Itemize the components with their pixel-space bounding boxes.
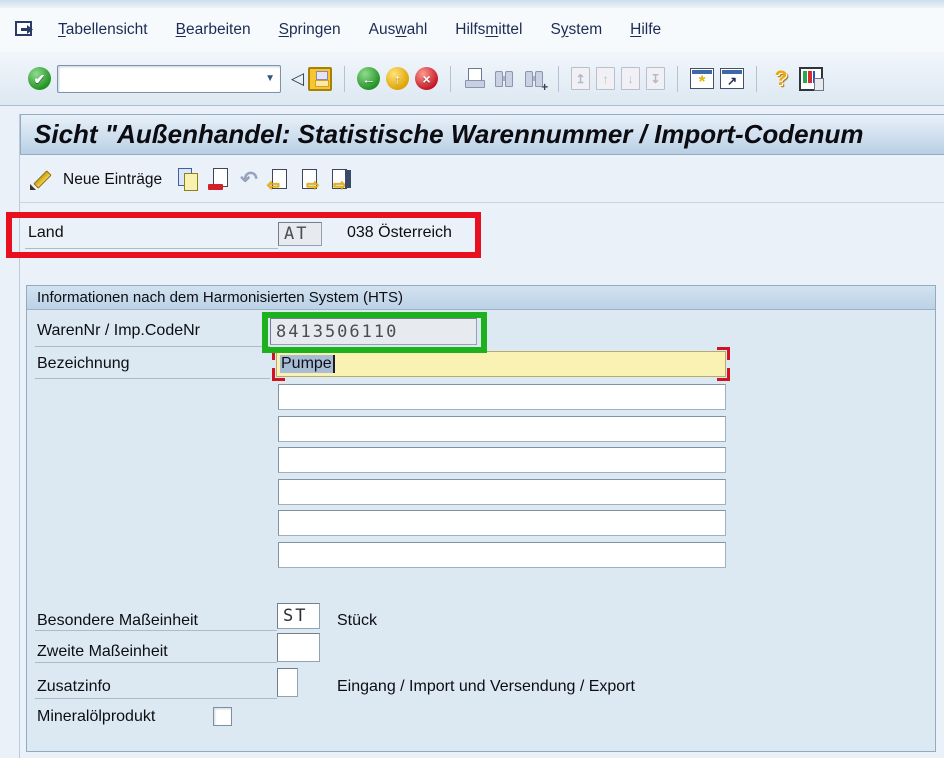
besondere-masseinheit-description: Stück — [337, 612, 377, 630]
besondere-masseinheit-label: Besondere Maßeinheit — [37, 612, 198, 630]
page-title: Sicht "Außenhandel: Statistische Warennu… — [21, 119, 864, 150]
enter-icon[interactable]: ✔ — [28, 67, 51, 90]
display-change-toggle-icon[interactable] — [28, 167, 53, 192]
description-line-field[interactable] — [278, 510, 726, 536]
land-description: 038 Österreich — [347, 224, 452, 242]
toolbar-separator — [558, 66, 559, 92]
land-field[interactable]: AT — [278, 222, 322, 246]
hide-command-field-icon[interactable]: ◁ — [291, 69, 304, 89]
zusatzinfo-label: Zusatzinfo — [37, 678, 111, 696]
previous-entry-icon[interactable]: ⇦ — [267, 169, 291, 191]
customize-layout-icon[interactable] — [799, 67, 823, 91]
warennr-field[interactable]: 8413506110 — [270, 318, 477, 345]
print-icon[interactable] — [463, 67, 486, 90]
menu-springen[interactable]: Springen — [279, 21, 341, 39]
field-keyline — [35, 662, 277, 663]
back-icon[interactable]: ← — [357, 67, 380, 90]
toolbar-left-group: ✔ — [28, 67, 51, 90]
next-page-icon: ↓ — [621, 67, 640, 90]
other-entry-icon[interactable]: ⇨ — [327, 169, 351, 191]
bezeichnung-field[interactable]: Pumpe — [276, 351, 726, 377]
toolbar-separator — [677, 66, 678, 92]
toolbar-right-group: ← ↑ × + ↥ ↑ ↓ ↧ * ↗? — [308, 66, 823, 92]
content-left-border — [19, 114, 20, 758]
text-cursor — [333, 355, 335, 373]
system-menu-icon[interactable] — [14, 19, 40, 41]
hts-group-header: Informationen nach dem Harmonisierten Sy… — [27, 286, 935, 310]
warennr-label: WarenNr / Imp.CodeNr — [37, 322, 200, 340]
last-page-icon: ↧ — [646, 67, 665, 90]
new-entries-button[interactable]: Neue Einträge — [63, 171, 162, 189]
description-line-field[interactable] — [278, 542, 726, 568]
field-keyline — [35, 346, 270, 347]
copy-entry-icon[interactable] — [176, 168, 201, 191]
hts-group-box: Informationen nach dem Harmonisierten Sy… — [26, 285, 936, 752]
land-label: Land — [28, 224, 64, 242]
new-session-icon[interactable]: * — [690, 68, 714, 89]
mineraloelprodukt-label: Mineralölprodukt — [37, 708, 155, 726]
menu-system[interactable]: System — [550, 21, 602, 39]
toolbar-separator — [450, 66, 451, 92]
previous-page-icon: ↑ — [596, 67, 615, 90]
zusatzinfo-description: Eingang / Import und Versendung / Export — [337, 678, 635, 696]
app-toolbar-toggle-group — [28, 167, 53, 192]
toolbar-separator — [344, 66, 345, 92]
menu-bearbeiten[interactable]: Bearbeiten — [176, 21, 251, 39]
description-line-field[interactable] — [278, 479, 726, 505]
description-line-field[interactable] — [278, 416, 726, 442]
command-dropdown-icon[interactable]: ▼ — [265, 73, 275, 84]
zweite-masseinheit-field[interactable] — [277, 633, 320, 662]
description-line-field[interactable] — [278, 384, 726, 410]
app-toolbar-icons-group: ↶ ⇦ ⇨ ⇨ — [176, 168, 351, 192]
application-toolbar: Neue Einträge ↶ ⇦ ⇨ ⇨ — [20, 157, 944, 203]
field-keyline — [35, 698, 277, 699]
toolbar-separator — [756, 66, 757, 92]
description-line-field[interactable] — [278, 447, 726, 473]
save-icon[interactable] — [308, 67, 332, 91]
menu-items: Tabellensicht Bearbeiten Springen Auswahl Hi… — [58, 21, 661, 39]
cancel-icon[interactable]: × — [415, 67, 438, 90]
help-icon[interactable]: ? — [769, 67, 793, 91]
standard-toolbar: ✔ ▼ ◁ ← ↑ × + ↥ ↑ ↓ ↧ * ↗? — [0, 52, 944, 106]
command-input[interactable] — [58, 66, 280, 92]
undo-icon[interactable]: ↶ — [237, 168, 261, 192]
first-page-icon: ↥ — [571, 67, 590, 90]
selected-text: Pumpe — [280, 355, 333, 373]
window-top-edge — [0, 0, 944, 8]
field-keyline — [25, 248, 278, 249]
sap-window: Tabellensicht Bearbeiten Springen Auswahl Hi… — [0, 0, 944, 758]
menu-auswahl[interactable]: Auswahl — [369, 21, 428, 39]
menu-hilfe[interactable]: Hilfe — [630, 21, 661, 39]
command-field: ▼ — [57, 65, 281, 93]
zusatzinfo-field[interactable] — [277, 668, 298, 697]
zweite-masseinheit-label: Zweite Maßeinheit — [37, 643, 168, 661]
find-icon[interactable] — [492, 67, 516, 90]
find-next-icon[interactable]: + — [522, 67, 546, 90]
create-shortcut-icon[interactable]: ↗ — [720, 68, 744, 89]
exit-icon[interactable]: ↑ — [386, 67, 409, 90]
besondere-masseinheit-field[interactable]: ST — [277, 603, 320, 629]
field-keyline — [35, 378, 270, 379]
menu-tabellensicht[interactable]: Tabellensicht — [58, 21, 148, 39]
field-keyline — [35, 630, 277, 631]
next-entry-icon[interactable]: ⇨ — [297, 169, 321, 191]
menu-bar: Tabellensicht Bearbeiten Springen Auswahl Hi… — [0, 8, 944, 52]
title-bar: Sicht "Außenhandel: Statistische Warennu… — [20, 114, 944, 155]
delete-entry-icon[interactable] — [207, 168, 231, 191]
menu-hilfsmittel[interactable]: Hilfsmittel — [455, 21, 522, 39]
mineraloelprodukt-checkbox[interactable] — [213, 707, 232, 726]
bezeichnung-label: Bezeichnung — [37, 355, 130, 373]
